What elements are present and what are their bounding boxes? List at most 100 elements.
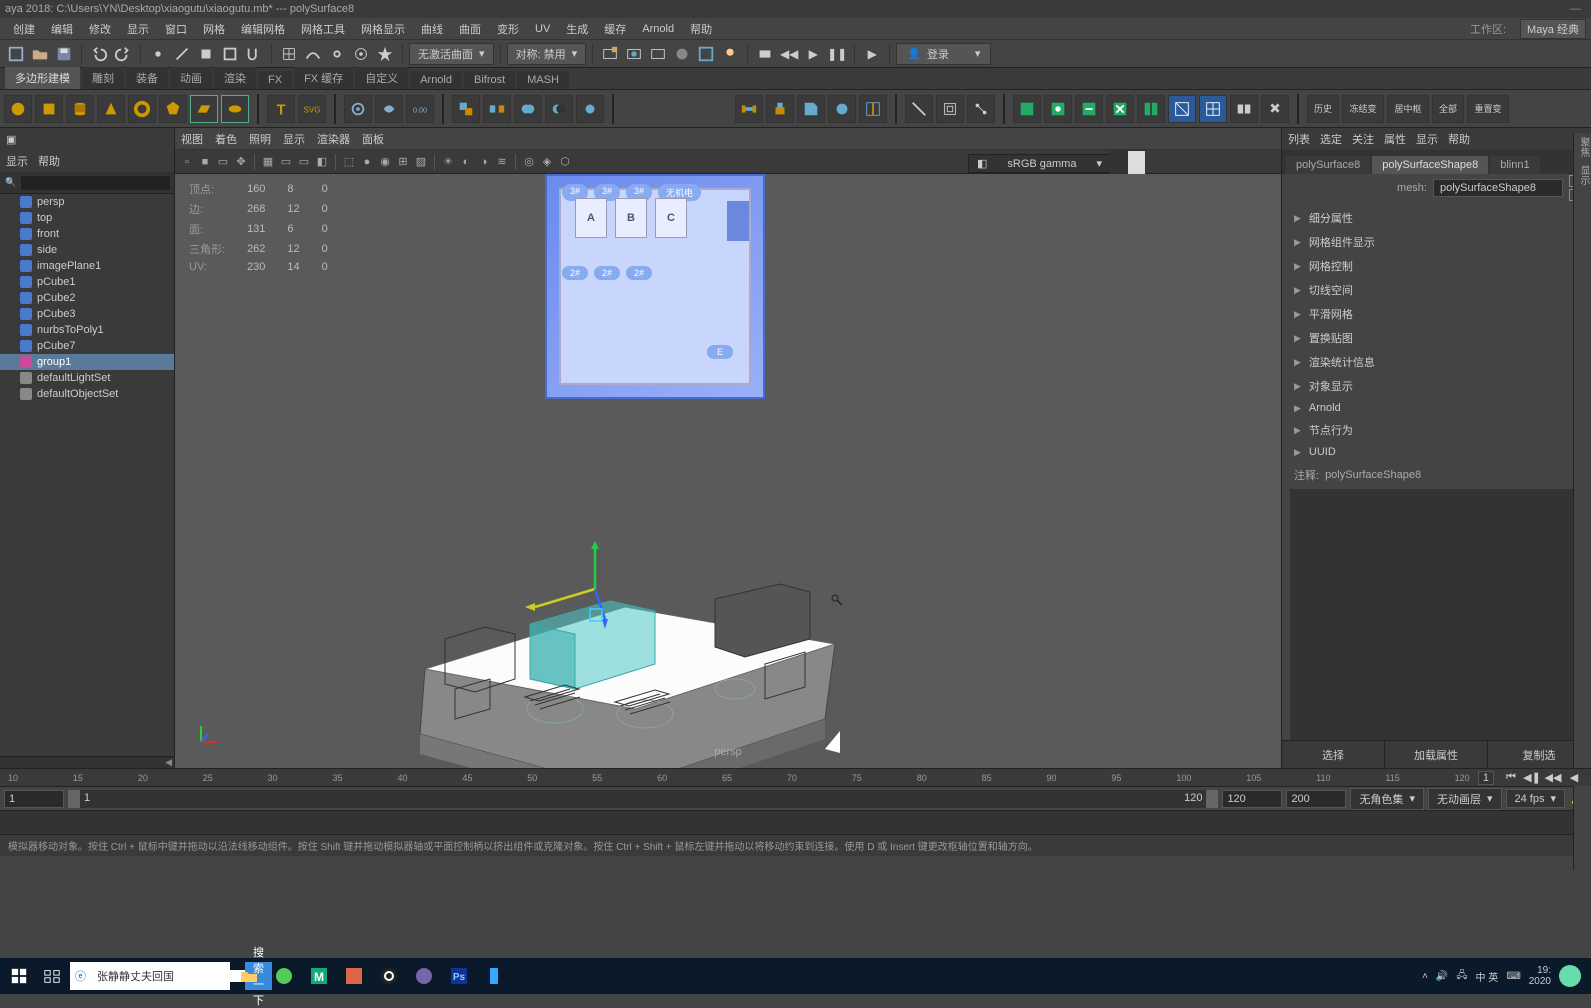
menu-arnold[interactable]: Arnold bbox=[634, 23, 682, 35]
play-icon[interactable]: ▶ bbox=[802, 43, 824, 65]
vt-wireframe-icon[interactable]: ⬚ bbox=[341, 154, 357, 170]
play-back-icon[interactable]: ◀◀ bbox=[1544, 771, 1562, 785]
character-set-dropdown[interactable]: 无角色集▾ bbox=[1350, 788, 1424, 810]
tray-up-icon[interactable]: ˄ bbox=[1422, 971, 1428, 982]
separate-icon[interactable] bbox=[483, 95, 511, 123]
step-back-icon[interactable]: ◀❚ bbox=[1523, 771, 1541, 785]
attr-section-节点行为[interactable]: 节点行为 bbox=[1282, 418, 1591, 442]
search-icon[interactable]: 🔍 bbox=[4, 176, 18, 190]
tray-lang[interactable]: 中 英 bbox=[1476, 969, 1499, 984]
select-button[interactable]: 选择 bbox=[1282, 741, 1385, 768]
outliner-help-menu[interactable]: 帮助 bbox=[38, 153, 60, 169]
extrude-icon[interactable] bbox=[766, 95, 794, 123]
snap-point-icon[interactable] bbox=[326, 43, 348, 65]
outliner-item-defaultLightSet[interactable]: defaultLightSet bbox=[0, 370, 174, 386]
outliner-item-group1[interactable]: group1 bbox=[0, 354, 174, 370]
merge-vertex-icon[interactable] bbox=[1044, 95, 1072, 123]
reset-text-btn[interactable]: 重置变 bbox=[1467, 95, 1509, 123]
file-explorer-icon[interactable] bbox=[233, 961, 265, 991]
superellipse-icon[interactable] bbox=[344, 95, 372, 123]
cube-primitive-icon[interactable] bbox=[35, 95, 63, 123]
menu-help[interactable]: 帮助 bbox=[682, 21, 720, 37]
attr-section-Arnold[interactable]: Arnold bbox=[1282, 398, 1591, 418]
node-tab-material[interactable]: blinn1 bbox=[1490, 156, 1539, 174]
fps-dropdown[interactable]: 24 fps▾ bbox=[1506, 789, 1566, 808]
attr-menu-display[interactable]: 显示 bbox=[1416, 131, 1438, 147]
sel-object-icon[interactable] bbox=[219, 43, 241, 65]
vt-gate-mask-icon[interactable]: ◧ bbox=[314, 154, 330, 170]
vt-motion-blur-icon[interactable]: ≋ bbox=[494, 154, 510, 170]
fill-hole-icon[interactable] bbox=[1261, 95, 1289, 123]
attr-section-网格控制[interactable]: 网格控制 bbox=[1282, 254, 1591, 278]
mesh-name-input[interactable] bbox=[1433, 179, 1563, 197]
bridge-icon[interactable] bbox=[735, 95, 763, 123]
node-tab-shape[interactable]: polySurfaceShape8 bbox=[1372, 156, 1488, 174]
all-text-btn[interactable]: 全部 bbox=[1432, 95, 1464, 123]
menu-surfaces[interactable]: 曲面 bbox=[451, 21, 489, 37]
snap-live-icon[interactable] bbox=[374, 43, 396, 65]
app-icon-purple[interactable] bbox=[408, 961, 440, 991]
torus-primitive-icon[interactable] bbox=[128, 95, 156, 123]
menu-generate[interactable]: 生成 bbox=[558, 21, 596, 37]
timeline[interactable]: 1015202530354045505560657075808590951001… bbox=[0, 768, 1591, 786]
outliner-item-persp[interactable]: persp bbox=[0, 194, 174, 210]
vmenu-show[interactable]: 显示 bbox=[283, 131, 305, 147]
outliner-item-pCube1[interactable]: pCube1 bbox=[0, 274, 174, 290]
attr-section-平滑网格[interactable]: 平滑网格 bbox=[1282, 302, 1591, 326]
outliner-item-side[interactable]: side bbox=[0, 242, 174, 258]
boolean-intersection-icon[interactable] bbox=[576, 95, 604, 123]
quadrangulate-icon[interactable] bbox=[1199, 95, 1227, 123]
rewind-icon[interactable]: ◀◀ bbox=[778, 43, 800, 65]
vt-film-gate-icon[interactable]: ▭ bbox=[278, 154, 294, 170]
sphere-primitive-icon[interactable] bbox=[4, 95, 32, 123]
sel-uv-icon[interactable] bbox=[243, 43, 265, 65]
vt-shadows-icon[interactable]: ◐ bbox=[458, 154, 474, 170]
combine-icon[interactable] bbox=[452, 95, 480, 123]
save-scene-icon[interactable] bbox=[53, 43, 75, 65]
color-management-dropdown[interactable]: ◧ sRGB gamma ▾ bbox=[968, 154, 1111, 173]
snap-center-icon[interactable] bbox=[350, 43, 372, 65]
vt-lights-icon[interactable]: ☀ bbox=[440, 154, 456, 170]
tab-sculpt[interactable]: 雕刻 bbox=[82, 67, 124, 89]
browser-icon[interactable] bbox=[268, 961, 300, 991]
symmetry-dropdown[interactable]: 对称: 禁用 ▾ bbox=[507, 43, 587, 65]
outliner-item-imagePlane1[interactable]: imagePlane1 bbox=[0, 258, 174, 274]
menu-curves[interactable]: 曲线 bbox=[413, 21, 451, 37]
attr-section-渲染统计信息[interactable]: 渲染统计信息 bbox=[1282, 350, 1591, 374]
attr-menu-attr[interactable]: 属性 bbox=[1384, 131, 1406, 147]
vt-select-camera-icon[interactable]: ▫ bbox=[179, 154, 195, 170]
menu-modify[interactable]: 修改 bbox=[81, 21, 119, 37]
range-max-input[interactable] bbox=[1286, 790, 1346, 808]
outliner-list[interactable]: persptopfrontsideimagePlane1pCube1pCube2… bbox=[0, 194, 174, 756]
plane-primitive-icon[interactable] bbox=[190, 95, 218, 123]
boolean-union-icon[interactable] bbox=[514, 95, 542, 123]
platonic-primitive-icon[interactable] bbox=[159, 95, 187, 123]
tab-polymodeling[interactable]: 多边形建模 bbox=[5, 67, 80, 89]
mirror-icon[interactable] bbox=[1137, 95, 1165, 123]
connect-icon[interactable] bbox=[967, 95, 995, 123]
target-weld-icon[interactable] bbox=[1013, 95, 1041, 123]
minimize-icon[interactable]: — bbox=[1570, 0, 1591, 18]
outliner-item-pCube3[interactable]: pCube3 bbox=[0, 306, 174, 322]
attr-menu-selected[interactable]: 选定 bbox=[1320, 131, 1342, 147]
tab-rigging[interactable]: 装备 bbox=[126, 67, 168, 89]
go-start-icon[interactable]: ⏮ bbox=[1502, 771, 1520, 785]
menu-windows[interactable]: 窗口 bbox=[157, 21, 195, 37]
vt-xray-joints-icon[interactable]: ⬡ bbox=[557, 154, 573, 170]
tab-fx[interactable]: FX bbox=[258, 71, 292, 89]
hypershade-icon[interactable] bbox=[671, 43, 693, 65]
new-scene-icon[interactable] bbox=[5, 43, 27, 65]
vt-bookmark-icon[interactable]: ■ bbox=[197, 154, 213, 170]
outliner-item-top[interactable]: top bbox=[0, 210, 174, 226]
login-dropdown[interactable]: 👤 登录 ▾ bbox=[896, 43, 991, 65]
undo-icon[interactable] bbox=[88, 43, 110, 65]
menu-meshdisplay[interactable]: 网格显示 bbox=[353, 21, 413, 37]
ipr-icon[interactable] bbox=[623, 43, 645, 65]
center-pivot-text-btn[interactable]: 居中枢 bbox=[1387, 95, 1429, 123]
node-tab-transform[interactable]: polySurface8 bbox=[1286, 156, 1370, 174]
notes-textarea[interactable] bbox=[1290, 489, 1583, 740]
vt-resolution-gate-icon[interactable]: ▭ bbox=[296, 154, 312, 170]
vt-smooth-shade-icon[interactable]: ● bbox=[359, 154, 375, 170]
tab-animation[interactable]: 动画 bbox=[170, 67, 212, 89]
workspace-dropdown[interactable]: Maya 经典 bbox=[1520, 19, 1586, 39]
